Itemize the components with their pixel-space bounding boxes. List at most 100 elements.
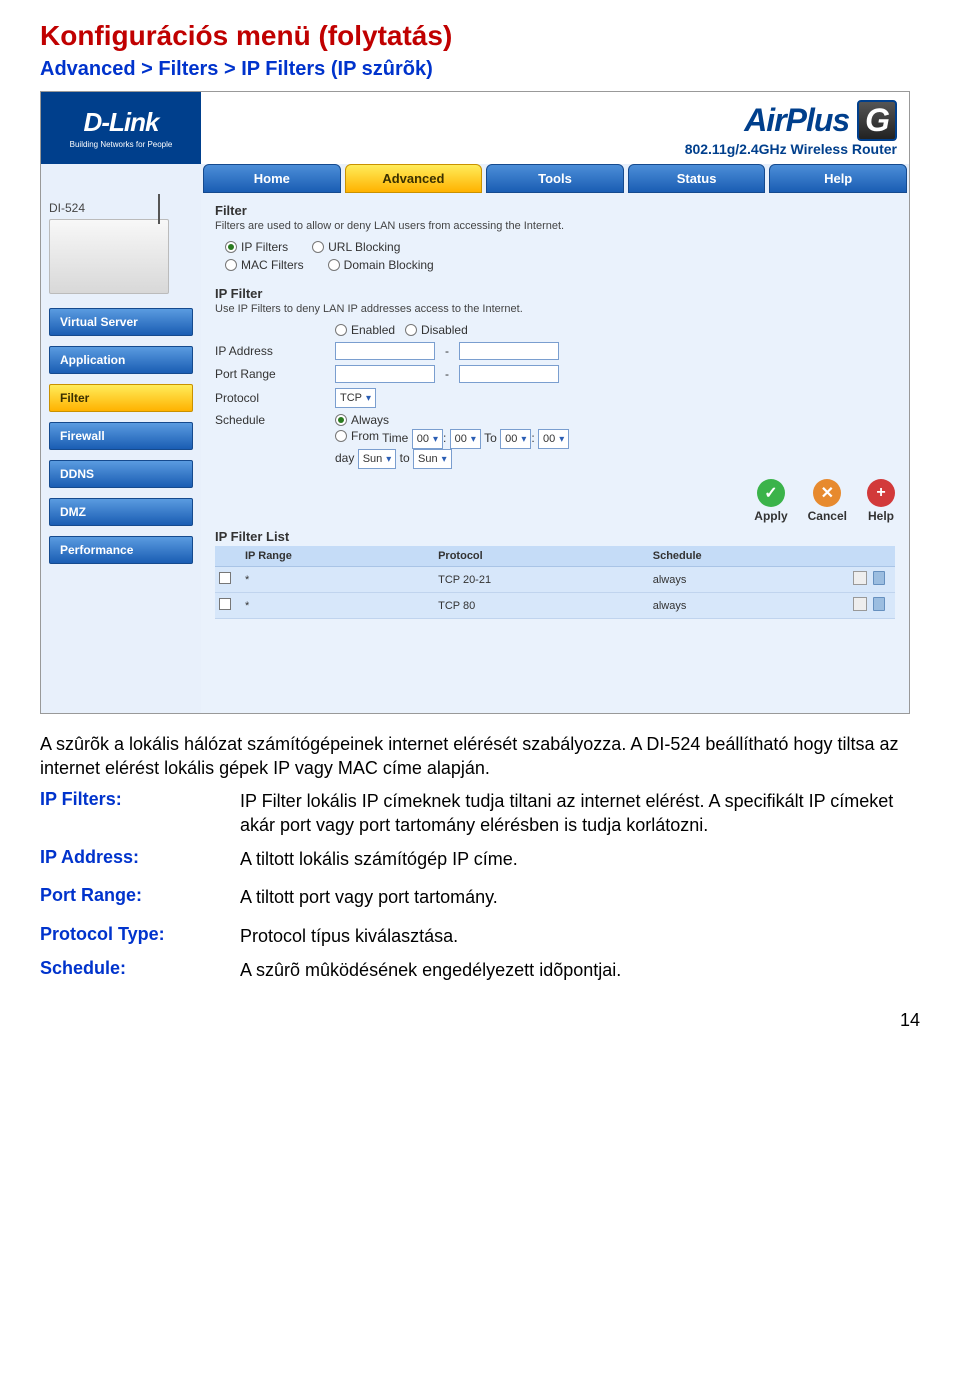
product-image	[49, 219, 169, 294]
sidebar-item-firewall[interactable]: Firewall	[49, 422, 193, 450]
row-protocol: Protocol TCP▾	[215, 388, 895, 408]
row-ip: IP Address -	[215, 342, 895, 360]
label-schedule: Schedule	[215, 413, 325, 427]
dlink-tagline: Building Networks for People	[70, 140, 173, 149]
radio-from[interactable]: From	[335, 429, 379, 443]
input-ip-end[interactable]	[459, 342, 559, 360]
radio-ip-filters[interactable]: IP Filters	[225, 240, 288, 254]
radio-dot-icon	[335, 414, 347, 426]
radio-dot-icon	[225, 259, 237, 271]
radio-dot-icon	[312, 241, 324, 253]
select-day-from[interactable]: Sun▾	[358, 449, 397, 469]
select-protocol[interactable]: TCP▾	[335, 388, 376, 408]
chevron-down-icon: ▾	[366, 393, 371, 404]
edit-icon[interactable]	[853, 571, 867, 585]
radio-url-blocking[interactable]: URL Blocking	[312, 240, 400, 254]
edit-icon[interactable]	[853, 597, 867, 611]
chevron-down-icon: ▾	[433, 434, 438, 445]
airplus-brand: AirPlus G	[744, 100, 897, 141]
def-term-portrange: Port Range:	[40, 885, 240, 909]
radio-dot-icon	[335, 430, 347, 442]
input-port-end[interactable]	[459, 365, 559, 383]
definitions: IP Filters:IP Filter lokális IP címeknek…	[40, 789, 920, 983]
filter-type-row2: MAC Filters Domain Blocking	[225, 258, 895, 272]
trash-icon[interactable]	[873, 597, 885, 611]
sidebar-item-application[interactable]: Application	[49, 346, 193, 374]
dlink-logo: D-Link	[84, 107, 159, 138]
intro-paragraph: A szûrõk a lokális hálózat számítógépein…	[40, 732, 920, 781]
radio-dot-icon	[405, 324, 417, 336]
chevron-down-icon: ▾	[559, 434, 564, 445]
row-checkbox[interactable]	[219, 572, 231, 584]
select-time-m2[interactable]: 00▾	[538, 429, 569, 449]
chevron-down-icon: ▾	[386, 454, 391, 465]
col-ip-range: IP Range	[241, 546, 434, 567]
tab-help[interactable]: Help	[769, 164, 907, 193]
ipfilter-list-heading: IP Filter List	[215, 529, 895, 544]
tab-tools[interactable]: Tools	[486, 164, 624, 193]
airplus-sub: 802.11g/2.4GHz Wireless Router	[685, 141, 897, 157]
close-icon: ✕	[813, 479, 841, 507]
select-time-m1[interactable]: 00▾	[450, 429, 481, 449]
radio-dot-icon	[225, 241, 237, 253]
radio-dot-icon	[328, 259, 340, 271]
filter-type-row1: IP Filters URL Blocking	[225, 240, 895, 254]
def-desc: A tiltott port vagy port tartomány.	[240, 885, 498, 909]
help-button[interactable]: + Help	[867, 479, 895, 523]
airplus-block: AirPlus G 802.11g/2.4GHz Wireless Router	[201, 92, 909, 164]
def-desc: A szûrõ mûködésének engedélyezett idõpon…	[240, 958, 621, 982]
label-to: To	[484, 431, 497, 445]
filter-heading: Filter	[215, 203, 895, 218]
radio-disabled[interactable]: Disabled	[405, 323, 468, 337]
row-port: Port Range -	[215, 365, 895, 383]
dash: -	[445, 367, 449, 381]
airplus-g: G	[857, 100, 897, 141]
select-time-h1[interactable]: 00▾	[412, 429, 443, 449]
doc-title: Konfigurációs menü (folytatás)	[40, 20, 920, 52]
col-schedule: Schedule	[649, 546, 849, 567]
sidebar-item-performance[interactable]: Performance	[49, 536, 193, 564]
select-day-to[interactable]: Sun▾	[413, 449, 452, 469]
input-port-start[interactable]	[335, 365, 435, 383]
def-desc: A tiltott lokális számítógép IP címe.	[240, 847, 518, 871]
tab-home[interactable]: Home	[203, 164, 341, 193]
def-term-ipfilters: IP Filters:	[40, 789, 240, 838]
tab-status[interactable]: Status	[628, 164, 766, 193]
input-ip-start[interactable]	[335, 342, 435, 360]
sidebar-item-dmz[interactable]: DMZ	[49, 498, 193, 526]
product-label: DI-524	[49, 201, 193, 215]
radio-domain-blocking[interactable]: Domain Blocking	[328, 258, 434, 272]
sidebar-item-filter[interactable]: Filter	[49, 384, 193, 412]
logo-block: D-Link Building Networks for People	[41, 92, 201, 164]
def-desc: IP Filter lokális IP címeknek tudja tilt…	[240, 789, 920, 838]
dash: -	[445, 344, 449, 358]
action-row: ✓ Apply ✕ Cancel + Help	[215, 479, 895, 523]
radio-mac-filters[interactable]: MAC Filters	[225, 258, 304, 272]
radio-always[interactable]: Always	[335, 413, 389, 427]
table-row: * TCP 80 always	[215, 593, 895, 619]
main-nav: Home Advanced Tools Status Help	[41, 164, 909, 193]
sidebar-item-virtual-server[interactable]: Virtual Server	[49, 308, 193, 336]
content-panel: Filter Filters are used to allow or deny…	[201, 193, 909, 713]
check-icon: ✓	[757, 479, 785, 507]
apply-button[interactable]: ✓ Apply	[754, 479, 787, 523]
row-schedule: Schedule Always From Time 00▾: 00▾ To 00…	[215, 413, 895, 469]
label-port: Port Range	[215, 367, 325, 381]
table-row: * TCP 20-21 always	[215, 567, 895, 593]
sidebar: DI-524 Virtual Server Application Filter…	[41, 193, 201, 713]
doc-subtitle: Advanced > Filters > IP Filters (IP szûr…	[40, 58, 920, 81]
airplus-text: AirPlus	[744, 102, 849, 138]
select-time-h2[interactable]: 00▾	[500, 429, 531, 449]
chevron-down-icon: ▾	[442, 454, 447, 465]
row-checkbox[interactable]	[219, 598, 231, 610]
radio-enabled[interactable]: Enabled	[335, 323, 395, 337]
def-term-schedule: Schedule:	[40, 958, 240, 982]
ipfilter-hint: Use IP Filters to deny LAN IP addresses …	[215, 303, 895, 315]
label-day: day	[335, 451, 354, 465]
trash-icon[interactable]	[873, 571, 885, 585]
chevron-down-icon: ▾	[471, 434, 476, 445]
cancel-button[interactable]: ✕ Cancel	[808, 479, 847, 523]
row-enable: Enabled Disabled	[215, 323, 895, 337]
sidebar-item-ddns[interactable]: DDNS	[49, 460, 193, 488]
tab-advanced[interactable]: Advanced	[345, 164, 483, 193]
